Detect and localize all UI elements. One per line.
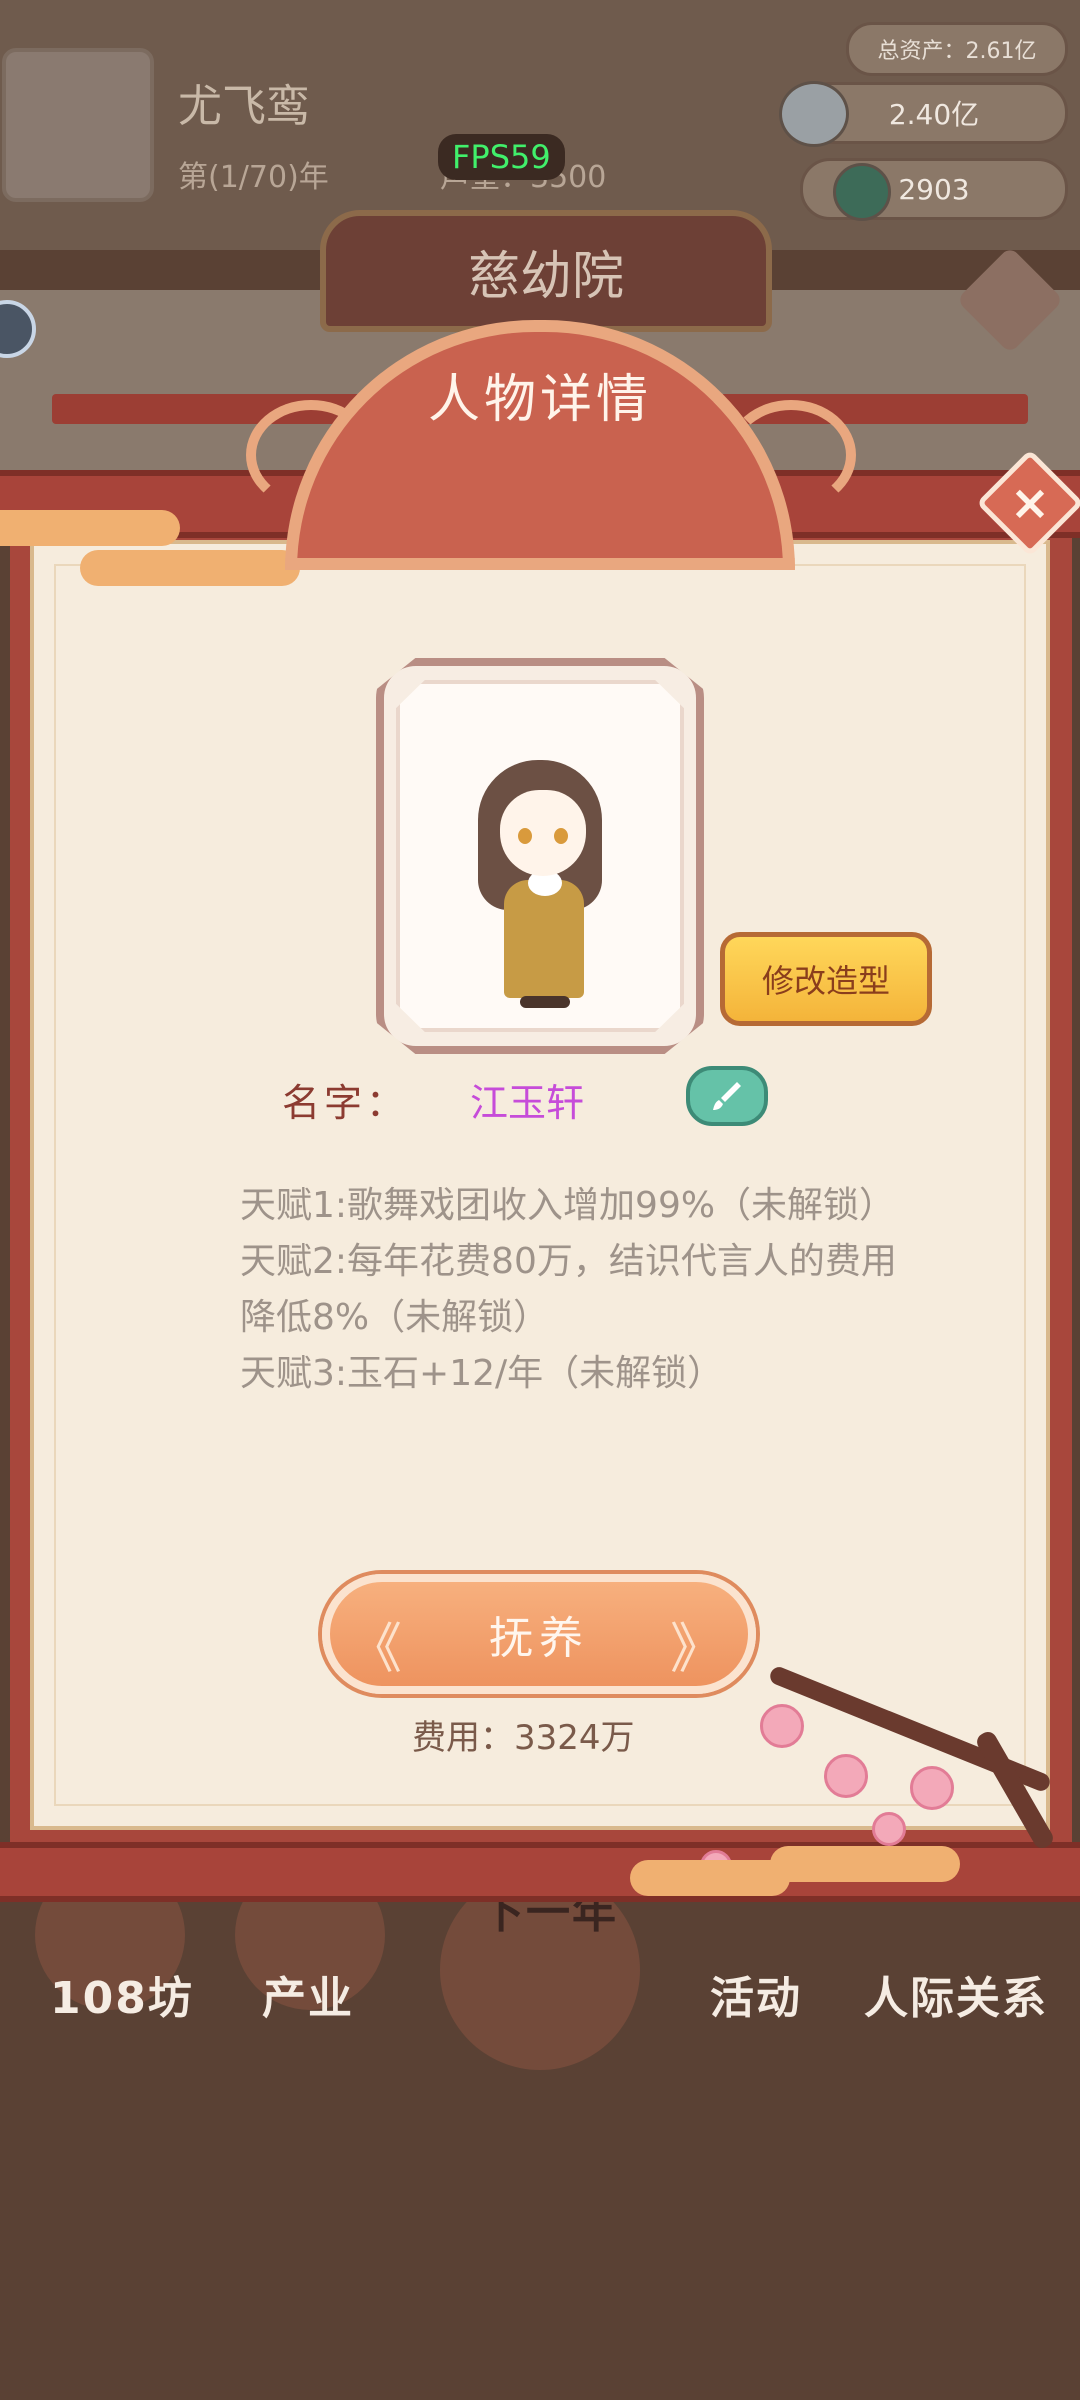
close-icon: × xyxy=(1009,475,1051,531)
year-progress: 第(1/70)年 xyxy=(178,160,329,195)
character-face xyxy=(500,790,586,876)
talent-3: 天赋3:玉石+12/年（未解锁） xyxy=(240,1353,724,1394)
jade-icon xyxy=(833,163,891,221)
blossom-flower-icon xyxy=(910,1766,954,1810)
nav-activity-label[interactable]: 活动 xyxy=(710,1962,802,2026)
character-eye-right xyxy=(554,828,568,844)
edit-name-button[interactable] xyxy=(686,1066,768,1126)
name-label: 名字： xyxy=(282,1081,409,1125)
decor-cloud-left xyxy=(0,510,180,546)
close-button[interactable]: × xyxy=(976,449,1080,557)
scene-title: 慈幼院 xyxy=(320,210,772,332)
restyle-button[interactable]: 修改造型 xyxy=(720,932,932,1026)
character-eye-left xyxy=(518,828,532,844)
player-avatar[interactable] xyxy=(2,48,154,202)
nav-industry-label[interactable]: 产业 xyxy=(262,1962,354,2026)
nav-108-label[interactable]: 108坊 xyxy=(50,1962,194,2026)
decor-cloud-right-2 xyxy=(770,1846,960,1882)
silver-resource[interactable]: 2.40亿 xyxy=(779,81,1068,147)
jade-amount: 2903 xyxy=(898,172,970,206)
blossom-flower-icon xyxy=(824,1754,868,1798)
talent-list: 天赋1:歌舞戏团收入增加99%（未解锁） 天赋2:每年花费80万，结识代言人的费… xyxy=(240,1178,920,1402)
blossom-flower-icon xyxy=(872,1812,906,1846)
nav-relations-label[interactable]: 人际关系 xyxy=(864,1962,1048,2026)
silver-ingot-icon xyxy=(779,81,849,147)
adopt-button-label: 抚养 xyxy=(489,1613,589,1664)
chevron-left-icon: 《 xyxy=(348,1617,408,1680)
character-name: 江玉轩 xyxy=(470,1081,585,1125)
decor-cloud-left-2 xyxy=(80,550,300,586)
total-assets: 总资产：2.61亿 xyxy=(846,22,1068,76)
character-feet xyxy=(520,996,570,1008)
fps-counter: FPS59 xyxy=(438,134,565,180)
decor-cloud-right xyxy=(630,1860,790,1896)
blossom-flower-icon xyxy=(760,1704,804,1748)
silver-amount: 2.40亿 xyxy=(888,98,980,131)
jade-resource[interactable]: 2903 xyxy=(800,158,1068,221)
player-name: 尤飞鸾 xyxy=(178,81,310,132)
talent-2: 天赋2:每年花费80万，结识代言人的费用降低8%（未解锁） xyxy=(240,1241,897,1338)
chevron-right-icon: 》 xyxy=(670,1617,730,1680)
adopt-cost: 费用：3324万 xyxy=(412,1718,635,1758)
adopt-button[interactable]: 《 抚养 》 xyxy=(322,1574,756,1694)
brush-icon xyxy=(713,1082,741,1110)
character-robe xyxy=(504,880,584,998)
talent-1: 天赋1:歌舞戏团收入增加99%（未解锁） xyxy=(240,1185,896,1226)
modal-title: 人物详情 xyxy=(427,370,652,430)
